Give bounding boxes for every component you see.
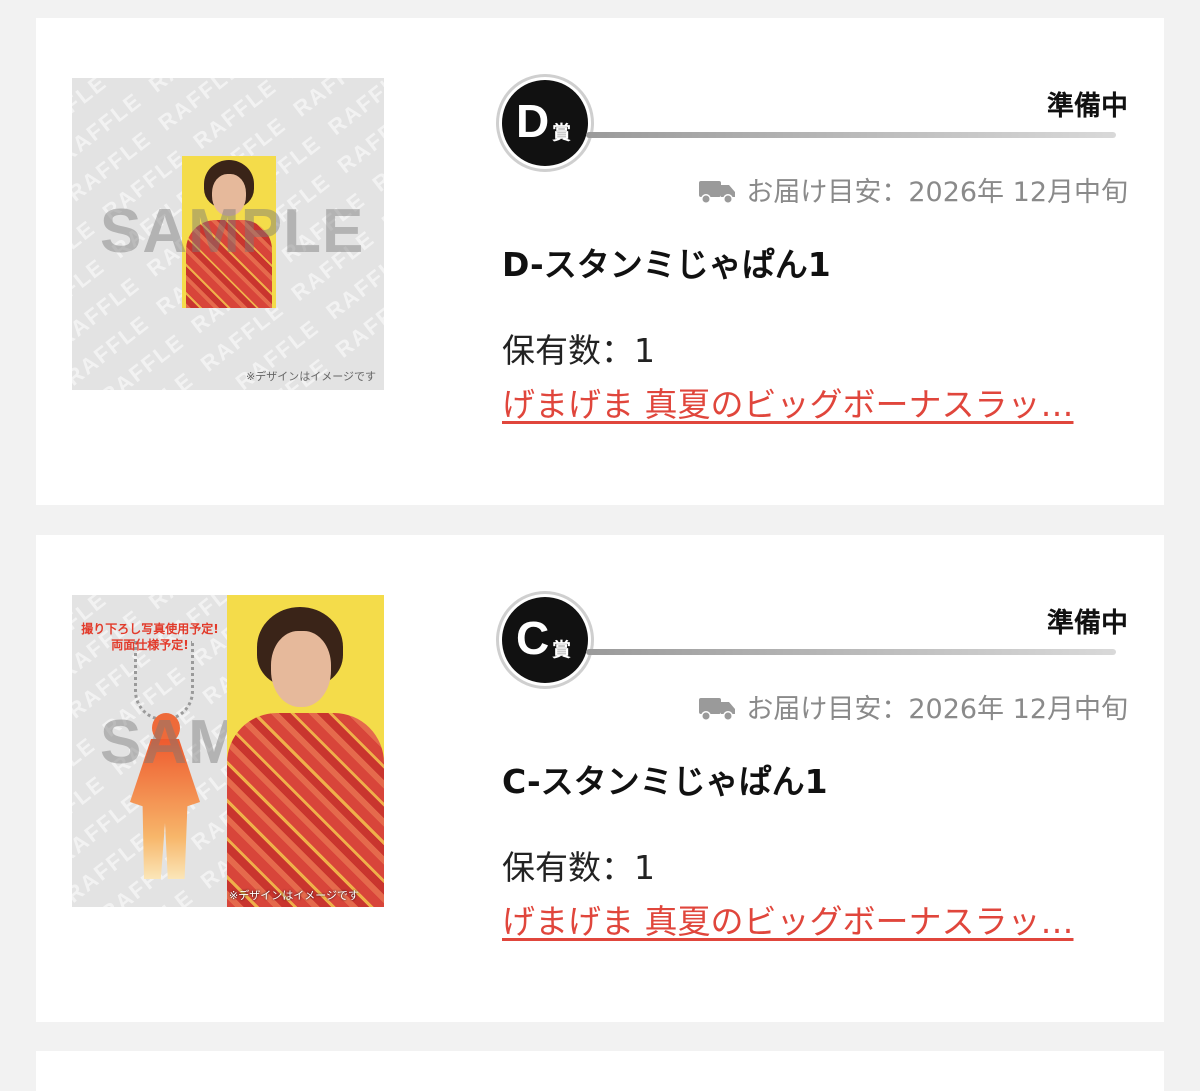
status-progress-line xyxy=(586,132,1116,138)
product-image[interactable]: RAFFLE RAFFLE RAFFLE RAFFLE RAFFLE RAFFL… xyxy=(72,595,384,907)
prize-card-next[interactable] xyxy=(36,1051,1164,1091)
delivery-estimate: お届け目安：2026年 12月中旬 xyxy=(502,687,1128,727)
campaign-link[interactable]: げまげま 真夏のビッグボーナスラッ… xyxy=(502,895,1128,943)
prize-card-c[interactable]: RAFFLE RAFFLE RAFFLE RAFFLE RAFFLE RAFFL… xyxy=(36,535,1164,1022)
status-label: 準備中 xyxy=(1047,608,1128,639)
portrait-photo: ※デザインはイメージです xyxy=(227,595,384,907)
prize-letter: C xyxy=(516,612,550,664)
prize-suffix: 賞 xyxy=(552,122,572,144)
holding-count: 保有数：1 xyxy=(502,331,655,370)
image-disclaimer: ※デザインはイメージです xyxy=(246,370,376,383)
holding-count: 保有数：1 xyxy=(502,848,655,887)
prize-rank-badge: D 賞 xyxy=(502,80,588,166)
product-name: D-スタンミじゃぱん1 xyxy=(502,245,831,284)
product-name: C-スタンミじゃぱん1 xyxy=(502,762,828,801)
status-progress-line xyxy=(586,649,1116,655)
image-disclaimer: ※デザインはイメージです xyxy=(229,889,359,902)
prize-letter: D xyxy=(516,95,550,147)
delivery-text: お届け目安：2026年 12月中旬 xyxy=(746,177,1128,208)
product-image[interactable]: RAFFLE RAFFLE RAFFLE RAFFLE RAFFLE RAFFL… xyxy=(72,78,384,390)
campaign-link[interactable]: げまげま 真夏のビッグボーナスラッ… xyxy=(502,378,1128,426)
prize-rank-badge: C 賞 xyxy=(502,597,588,683)
delivery-text: お届け目安：2026年 12月中旬 xyxy=(746,694,1128,725)
prize-suffix: 賞 xyxy=(552,639,572,661)
truck-icon xyxy=(699,180,736,204)
truck-icon xyxy=(699,697,736,721)
prize-card-d[interactable]: RAFFLE RAFFLE RAFFLE RAFFLE RAFFLE RAFFL… xyxy=(36,18,1164,505)
delivery-estimate: お届け目安：2026年 12月中旬 xyxy=(502,170,1128,210)
sample-watermark: SAMPLE xyxy=(100,197,365,266)
status-label: 準備中 xyxy=(1047,91,1128,122)
product-banner: 撮り下ろし写真使用予定! 両面仕様予定! xyxy=(81,622,219,652)
